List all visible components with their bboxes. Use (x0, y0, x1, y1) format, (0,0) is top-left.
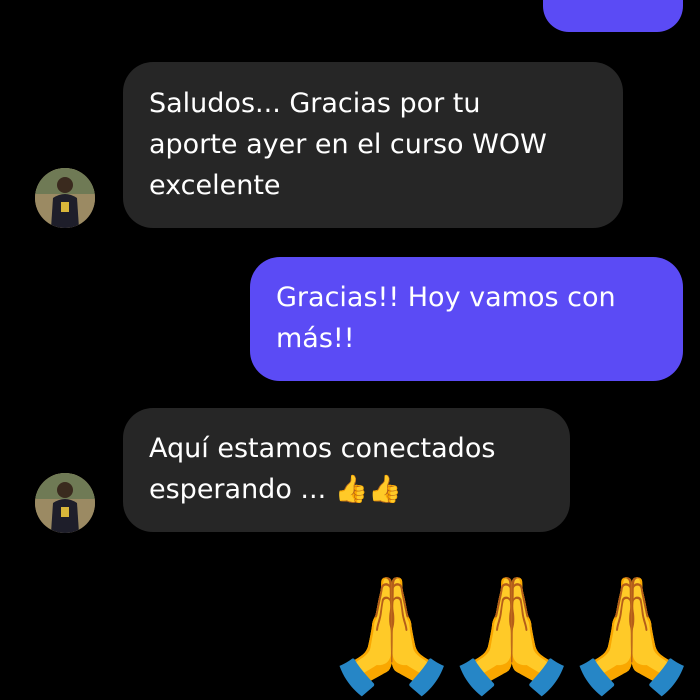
emoji-message[interactable]: 🙏🙏🙏 (322, 570, 700, 700)
folded-hands-icon: 🙏 (442, 570, 584, 700)
outgoing-message-bubble-partial[interactable] (543, 0, 683, 32)
incoming-message-bubble[interactable]: Aquí estamos conectados esperando ... 👍👍 (123, 408, 570, 532)
contact-avatar-icon[interactable] (35, 168, 95, 228)
folded-hands-icon: 🙏 (322, 570, 464, 700)
contact-avatar-icon[interactable] (35, 473, 95, 533)
folded-hands-icon: 🙏 (562, 570, 700, 700)
outgoing-message-bubble[interactable]: Gracias!! Hoy vamos con más!! (250, 257, 683, 381)
incoming-message-bubble[interactable]: Saludos... Gracias por tu aporte ayer en… (123, 62, 623, 228)
chat-screen: Saludos... Gracias por tu aporte ayer en… (0, 0, 700, 700)
